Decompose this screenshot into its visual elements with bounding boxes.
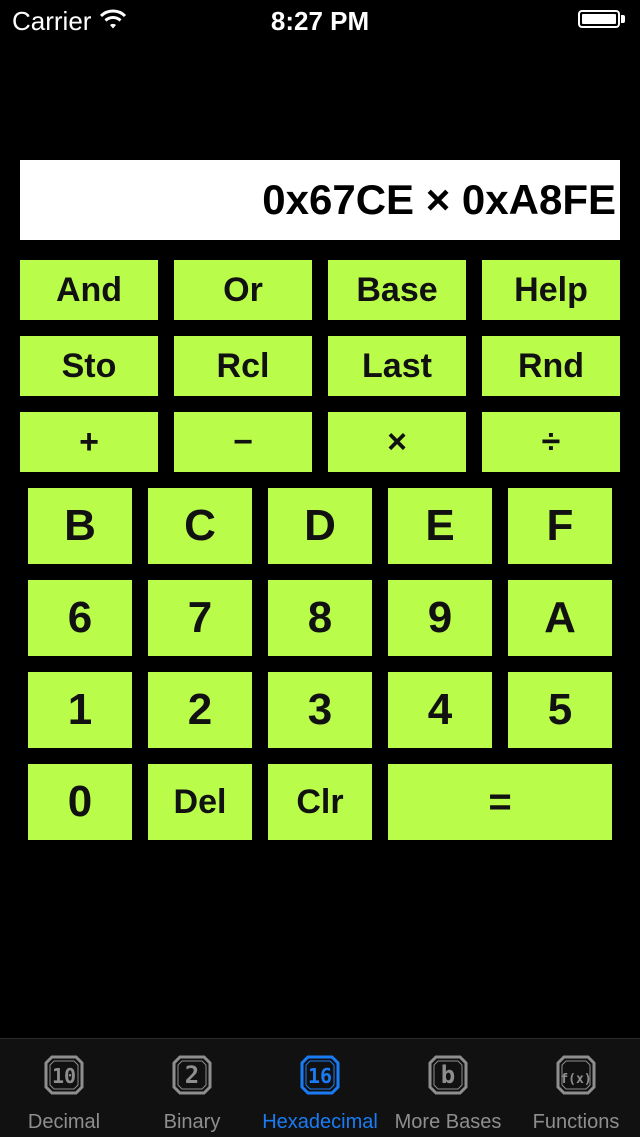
decimal-10-icon: 10 bbox=[44, 1055, 84, 1095]
recall-key[interactable]: Rcl bbox=[174, 336, 312, 396]
store-key[interactable]: Sto bbox=[20, 336, 158, 396]
digit-2-key[interactable]: 2 bbox=[148, 672, 252, 748]
display-expression: 0x67CE × 0xA8FE bbox=[262, 176, 616, 223]
random-key[interactable]: Rnd bbox=[482, 336, 620, 396]
more-bases-b-icon: b bbox=[428, 1055, 468, 1095]
digit-d-key[interactable]: D bbox=[268, 488, 372, 564]
help-key[interactable]: Help bbox=[482, 260, 620, 320]
tab-label: Functions bbox=[532, 1111, 620, 1133]
binary-2-icon: 2 bbox=[172, 1055, 212, 1095]
functions-fx-icon: f(x) bbox=[556, 1055, 596, 1095]
digit-7-key[interactable]: 7 bbox=[148, 580, 252, 656]
digit-6-key[interactable]: 6 bbox=[28, 580, 132, 656]
tab-icon-glyph: 10 bbox=[52, 1064, 76, 1088]
digit-3-key[interactable]: 3 bbox=[268, 672, 372, 748]
or-key[interactable]: Or bbox=[174, 260, 312, 320]
tab-functions[interactable]: f(x) Functions bbox=[512, 1039, 640, 1137]
digit-e-key[interactable]: E bbox=[388, 488, 492, 564]
base-key[interactable]: Base bbox=[328, 260, 466, 320]
digit-a-key[interactable]: A bbox=[508, 580, 612, 656]
multiply-key[interactable]: × bbox=[328, 412, 466, 472]
digit-c-key[interactable]: C bbox=[148, 488, 252, 564]
digit-0-key[interactable]: 0 bbox=[28, 764, 132, 840]
divide-key[interactable]: ÷ bbox=[482, 412, 620, 472]
tab-label: Hexadecimal bbox=[262, 1111, 378, 1133]
tab-label: More Bases bbox=[394, 1111, 502, 1133]
digit-5-key[interactable]: 5 bbox=[508, 672, 612, 748]
and-key[interactable]: And bbox=[20, 260, 158, 320]
status-time: 8:27 PM bbox=[270, 6, 370, 36]
calculator-display: 0x67CE × 0xA8FE bbox=[20, 160, 620, 240]
add-key[interactable]: + bbox=[20, 412, 158, 472]
tab-label: Binary bbox=[163, 1111, 221, 1133]
tab-icon-glyph: b bbox=[441, 1061, 455, 1089]
last-key[interactable]: Last bbox=[328, 336, 466, 396]
status-bar: Carrier 8:27 PM bbox=[0, 0, 640, 40]
tab-bar: 10 Decimal 2 Binary 16 Hexadecimal b More Bases… bbox=[0, 1038, 640, 1137]
delete-key[interactable]: Del bbox=[148, 764, 252, 840]
digit-8-key[interactable]: 8 bbox=[268, 580, 372, 656]
digit-1-key[interactable]: 1 bbox=[28, 672, 132, 748]
tab-binary[interactable]: 2 Binary bbox=[128, 1039, 256, 1137]
tab-icon-glyph: 2 bbox=[185, 1061, 199, 1089]
tab-decimal[interactable]: 10 Decimal bbox=[0, 1039, 128, 1137]
subtract-key[interactable]: − bbox=[174, 412, 312, 472]
tab-hexadecimal[interactable]: 16 Hexadecimal bbox=[256, 1039, 384, 1137]
equals-key[interactable]: = bbox=[388, 764, 612, 840]
digit-b-key[interactable]: B bbox=[28, 488, 132, 564]
tab-more-bases[interactable]: b More Bases bbox=[384, 1039, 512, 1137]
tab-icon-glyph: 16 bbox=[308, 1064, 332, 1088]
battery-icon bbox=[578, 10, 626, 30]
hexadecimal-16-icon: 16 bbox=[300, 1055, 340, 1095]
clear-key[interactable]: Clr bbox=[268, 764, 372, 840]
digit-4-key[interactable]: 4 bbox=[388, 672, 492, 748]
tab-icon-glyph: f(x) bbox=[560, 1072, 591, 1087]
digit-f-key[interactable]: F bbox=[508, 488, 612, 564]
digit-9-key[interactable]: 9 bbox=[388, 580, 492, 656]
